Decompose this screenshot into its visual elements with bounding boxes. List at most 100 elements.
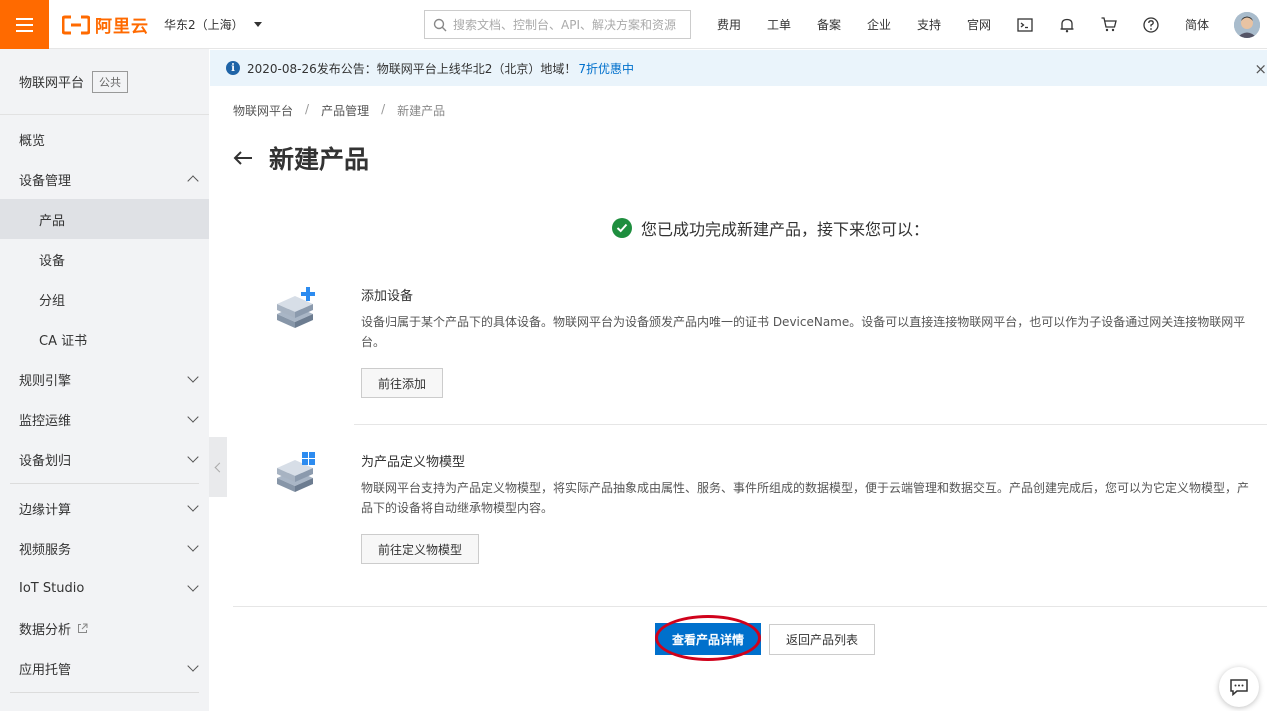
breadcrumb-separator: / <box>381 102 386 116</box>
sidebar-divider <box>10 692 199 693</box>
sidebar-collapse-toggle[interactable] <box>209 437 227 497</box>
define-thing-model-card: 为产品定义物模型 物联网平台支持为产品定义物模型，将实际产品抽象成由属性、服务、… <box>233 430 1267 580</box>
cart-icon[interactable] <box>1088 0 1130 49</box>
top-nav: 费用 工单 备案 企业 支持 官网 简体 <box>704 0 1222 49</box>
back-to-product-list-button[interactable]: 返回产品列表 <box>769 624 875 655</box>
top-bar: 阿里云 华东2（上海） 费用 工单 备案 企业 支持 官网 简体 <box>0 0 1267 49</box>
bell-icon[interactable] <box>1046 0 1088 49</box>
card-description: 设备归属于某个产品下的具体设备。物联网平台为设备颁发产品内唯一的证书 Devic… <box>361 315 1246 349</box>
success-message: 您已成功完成新建产品，接下来您可以： <box>612 216 929 240</box>
caret-down-icon <box>253 22 262 27</box>
sidebar-item-ca-cert[interactable]: CA 证书 <box>0 319 209 359</box>
sidebar-item-monitoring[interactable]: 监控运维 <box>0 399 209 439</box>
view-product-details-button[interactable]: 查看产品详情 <box>655 623 761 655</box>
info-icon: i <box>226 61 240 75</box>
nav-enterprise[interactable]: 企业 <box>854 16 904 33</box>
logo[interactable]: 阿里云 <box>62 12 149 37</box>
language-switch[interactable]: 简体 <box>1172 16 1222 33</box>
sidebar-divider <box>10 483 199 484</box>
card-title: 添加设备 <box>361 289 414 304</box>
sidebar-item-device-assignment[interactable]: 设备划归 <box>0 439 209 479</box>
sidebar-item-label: 数据分析 <box>19 622 72 638</box>
card-title: 为产品定义物模型 <box>361 455 466 470</box>
sidebar-item-label: 概览 <box>19 133 46 149</box>
chat-icon[interactable] <box>1219 667 1259 707</box>
search-input[interactable] <box>453 17 683 32</box>
nav-icp[interactable]: 备案 <box>804 16 854 33</box>
nav-fees[interactable]: 费用 <box>704 16 754 33</box>
nav-tickets[interactable]: 工单 <box>754 16 804 33</box>
breadcrumb: 物联网平台 / 产品管理 / 新建产品 <box>233 102 445 119</box>
nav-support[interactable]: 支持 <box>904 16 954 33</box>
announcement-link[interactable]: 7折优惠中 <box>578 60 634 77</box>
chevron-down-icon <box>187 451 199 463</box>
region-label: 华东2（上海） <box>164 18 244 32</box>
announcement-text: 2020-08-26发布公告：物联网平台上线华北2（北京）地域！ <box>247 61 577 76</box>
breadcrumb-iot-platform[interactable]: 物联网平台 <box>233 102 293 119</box>
add-device-icon <box>277 287 315 328</box>
instance-tag: 公共 <box>92 70 129 93</box>
success-text: 您已成功完成新建产品，接下来您可以： <box>641 220 930 239</box>
announcement-bar: i 2020-08-26发布公告：物联网平台上线华北2（北京）地域！ 7折优惠中… <box>210 50 1267 86</box>
go-define-thing-model-button[interactable]: 前往定义物模型 <box>361 534 479 564</box>
sidebar: 物联网平台 公共 概览 设备管理 产品 设备 分组 CA 证书 规则引擎 监控运… <box>0 49 209 711</box>
chevron-down-icon <box>187 371 199 383</box>
sidebar-item-label: 产品 <box>39 213 66 229</box>
sidebar-item-label: 规则引擎 <box>19 373 72 389</box>
terminal-icon[interactable] <box>1004 0 1046 49</box>
chevron-up-icon <box>187 175 199 187</box>
chevron-down-icon <box>187 660 199 672</box>
sidebar-title: 物联网平台 <box>19 76 85 91</box>
sidebar-item-label: 监控运维 <box>19 413 72 429</box>
sidebar-item-label: 分组 <box>39 293 66 309</box>
sidebar-item-data-analysis[interactable]: 数据分析 <box>0 608 209 648</box>
sidebar-item-iot-studio[interactable]: IoT Studio <box>0 568 209 608</box>
sidebar-item-devices[interactable]: 设备 <box>0 239 209 279</box>
chevron-down-icon <box>187 411 199 423</box>
breadcrumb-separator: / <box>305 102 310 116</box>
close-icon[interactable]: × <box>1254 60 1267 78</box>
check-circle-icon <box>612 218 632 238</box>
card-divider <box>354 424 1267 425</box>
logo-text: 阿里云 <box>95 17 149 37</box>
back-arrow-icon[interactable] <box>233 150 253 166</box>
sidebar-item-groups[interactable]: 分组 <box>0 279 209 319</box>
sidebar-item-rules-engine[interactable]: 规则引擎 <box>0 359 209 399</box>
nav-official-site[interactable]: 官网 <box>954 16 1004 33</box>
sidebar-item-label: 设备 <box>39 253 66 269</box>
sidebar-item-label: 边缘计算 <box>19 502 72 518</box>
footer-divider <box>233 606 1267 607</box>
chevron-left-icon <box>214 462 225 472</box>
sidebar-header: 物联网平台 公共 <box>0 49 209 115</box>
sidebar-item-video-service[interactable]: 视频服务 <box>0 528 209 568</box>
sidebar-item-app-hosting[interactable]: 应用托管 <box>0 648 209 688</box>
add-device-card: 添加设备 设备归属于某个产品下的具体设备。物联网平台为设备颁发产品内唯一的证书 … <box>233 264 1267 424</box>
page-title: 新建产品 <box>269 145 370 174</box>
search-icon <box>433 18 447 31</box>
card-description: 物联网平台支持为产品定义物模型，将实际产品抽象成由属性、服务、事件所组成的数据模… <box>361 481 1250 515</box>
chevron-down-icon <box>187 580 199 592</box>
thing-model-icon <box>277 452 315 492</box>
chevron-down-icon <box>187 540 199 552</box>
sidebar-item-device-management[interactable]: 设备管理 <box>0 159 209 199</box>
sidebar-item-edge-computing[interactable]: 边缘计算 <box>0 488 209 528</box>
go-add-device-button[interactable]: 前往添加 <box>361 368 443 398</box>
sidebar-item-overview[interactable]: 概览 <box>0 119 209 159</box>
menu-icon[interactable] <box>0 0 49 49</box>
breadcrumb-current: 新建产品 <box>397 104 446 118</box>
avatar[interactable] <box>1234 12 1260 38</box>
sidebar-item-label: 设备划归 <box>19 453 72 469</box>
breadcrumb-product-management[interactable]: 产品管理 <box>321 102 369 119</box>
sidebar-item-products[interactable]: 产品 <box>0 199 209 239</box>
logo-mark-icon <box>62 15 90 34</box>
chevron-down-icon <box>187 500 199 512</box>
sidebar-item-label: 设备管理 <box>19 173 72 189</box>
sidebar-item-label: 应用托管 <box>19 662 72 678</box>
search-box[interactable] <box>424 10 691 39</box>
sidebar-item-label: CA 证书 <box>39 333 88 349</box>
region-selector[interactable]: 华东2（上海） <box>164 16 262 33</box>
sidebar-item-label: IoT Studio <box>19 580 85 596</box>
external-link-icon <box>78 623 88 633</box>
help-icon[interactable] <box>1130 0 1172 49</box>
page-header: 新建产品 <box>233 140 369 176</box>
